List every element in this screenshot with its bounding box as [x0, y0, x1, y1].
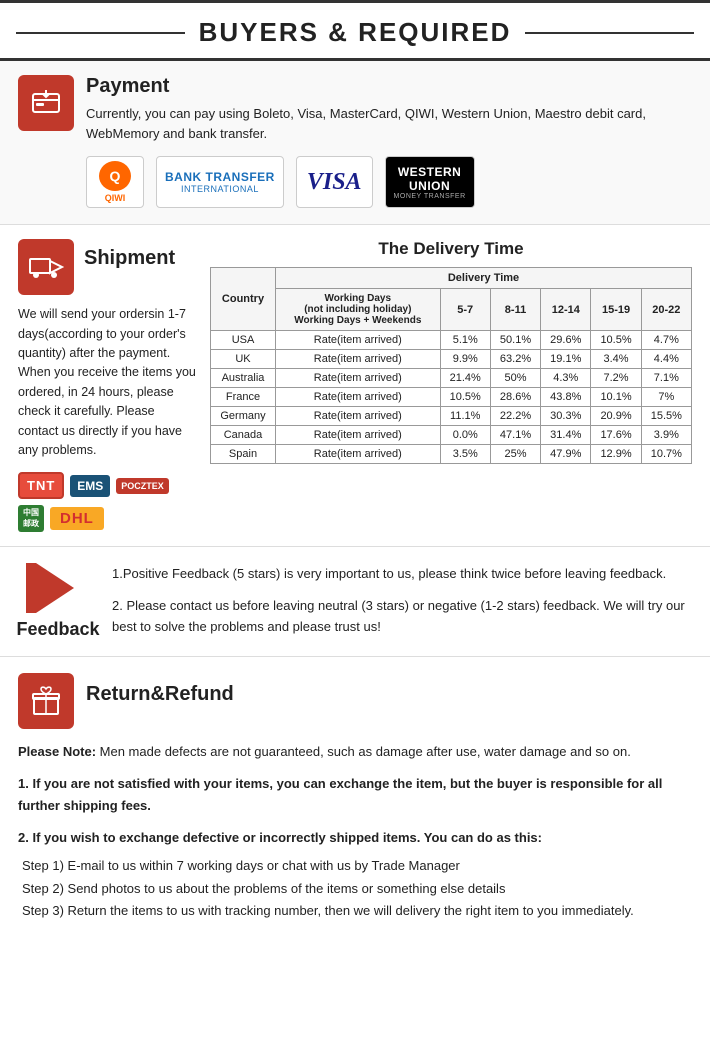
col-sub-5-7: 5-7: [440, 289, 490, 331]
delivery-row: CanadaRate(item arrived)0.0%47.1%31.4%17…: [211, 426, 692, 445]
payment-title: Payment: [86, 75, 692, 98]
return-step3: Step 3) Return the items to us with trac…: [22, 900, 692, 922]
header-line-left: [16, 32, 185, 34]
delivery-row: AustraliaRate(item arrived)21.4%50%4.3%7…: [211, 369, 692, 388]
feedback-text: 1.Positive Feedback (5 stars) is very im…: [112, 563, 692, 637]
feedback-title: Feedback: [16, 619, 99, 640]
return-icon: [18, 673, 74, 729]
payment-section: Payment Currently, you can pay using Bol…: [0, 61, 710, 225]
qiwi-logo: Q QIWI: [86, 156, 144, 208]
return-section: Return&Refund Please Note: Men made defe…: [0, 657, 710, 938]
col-sub-15-19: 15-19: [591, 289, 641, 331]
col-sub-12-14: 12-14: [541, 289, 591, 331]
delivery-title: The Delivery Time: [210, 239, 692, 259]
feedback-section: Feedback 1.Positive Feedback (5 stars) i…: [0, 547, 710, 657]
payment-description: Currently, you can pay using Boleto, Vis…: [86, 104, 692, 144]
shipment-section: Shipment We will send your ordersin 1-7 …: [0, 225, 710, 547]
shipment-logos: TNT EMS POCZTEX: [18, 472, 198, 499]
delivery-row: GermanyRate(item arrived)11.1%22.2%30.3%…: [211, 407, 692, 426]
china-post-logo: 中国邮政: [18, 505, 44, 532]
col-header-country: Country: [211, 268, 276, 331]
col-sub-8-11: 8-11: [490, 289, 540, 331]
bank-transfer-logo: BANK TRANSFER INTERNATIONAL: [156, 156, 284, 208]
return-step2: Step 2) Send photos to us about the prob…: [22, 878, 692, 900]
shipment-icon: [18, 239, 74, 295]
delivery-row: SpainRate(item arrived)3.5%25%47.9%12.9%…: [211, 445, 692, 464]
dhl-logo: DHL: [50, 507, 104, 530]
tnt-logo: TNT: [18, 472, 64, 499]
pocztex-logo: POCZTEX: [116, 478, 169, 494]
return-note-label: Please Note:: [18, 744, 96, 759]
return-point1: 1. If you are not satisfied with your it…: [18, 773, 692, 817]
col-header-delivery: Delivery Time: [276, 268, 692, 289]
page-header: BUYERS & REQUIRED: [0, 0, 710, 61]
feedback-text2: 2. Please contact us before leaving neut…: [112, 595, 692, 638]
payment-icon: [18, 75, 74, 131]
visa-logo: VISA: [296, 156, 373, 208]
delivery-row: UKRate(item arrived)9.9%63.2%19.1%3.4%4.…: [211, 350, 692, 369]
feedback-text1: 1.Positive Feedback (5 stars) is very im…: [112, 563, 692, 584]
return-note: Please Note: Men made defects are not gu…: [18, 741, 692, 763]
feedback-icon-area: Feedback: [18, 563, 98, 640]
return-step1: Step 1) E-mail to us within 7 working da…: [22, 855, 692, 877]
ems-logo: EMS: [70, 475, 110, 497]
return-title: Return&Refund: [86, 683, 234, 706]
shipment-body-text: We will send your ordersin 1-7 days(acco…: [18, 305, 198, 460]
header-line-right: [525, 32, 694, 34]
delivery-row: USARate(item arrived)5.1%50.1%29.6%10.5%…: [211, 331, 692, 350]
col-sub-days: Working Days(not including holiday)Worki…: [276, 289, 441, 331]
western-union-logo: WESTERN UNION MONEY TRANSFER: [385, 156, 475, 208]
shipment-title: Shipment: [84, 247, 175, 270]
return-note-text: Men made defects are not guaranteed, suc…: [96, 744, 631, 759]
page-title: BUYERS & REQUIRED: [199, 17, 512, 48]
return-body: Please Note: Men made defects are not gu…: [18, 741, 692, 922]
delivery-table: Country Delivery Time Working Days(not i…: [210, 267, 692, 464]
col-sub-20-22: 20-22: [641, 289, 691, 331]
payment-logos: Q QIWI BANK TRANSFER INTERNATIONAL VISA …: [86, 156, 692, 208]
shipment-logos-2: 中国邮政 DHL: [18, 505, 198, 532]
delivery-row: FranceRate(item arrived)10.5%28.6%43.8%1…: [211, 388, 692, 407]
return-point2: 2. If you wish to exchange defective or …: [18, 827, 692, 849]
